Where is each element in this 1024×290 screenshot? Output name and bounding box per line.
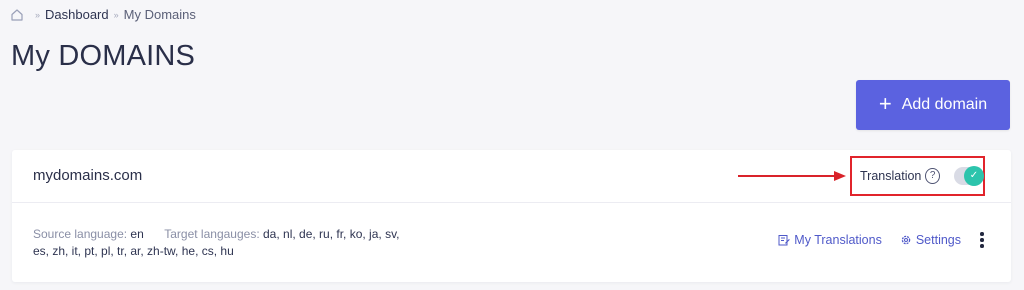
translation-label: Translation: [860, 169, 922, 183]
my-translations-label: My Translations: [794, 232, 882, 247]
annotation-arrow: [738, 171, 846, 181]
target-languages-value-line2: es, zh, it, pt, pl, tr, ar, zh-tw, he, c…: [33, 244, 234, 258]
check-icon: ✓: [964, 166, 984, 186]
domain-card: mydomains.com Translation ? ✓ Source lan…: [12, 150, 1011, 282]
target-languages-value-line1: da, nl, de, ru, fr, ko, ja, sv,: [263, 227, 400, 241]
domain-card-body: Source language: en Target langauges: da…: [12, 203, 1011, 282]
target-languages-label: Target langauges:: [164, 227, 260, 241]
my-translations-link[interactable]: My Translations: [778, 233, 882, 247]
question-icon[interactable]: ?: [925, 168, 941, 184]
breadcrumb-current: My Domains: [123, 7, 196, 22]
settings-label: Settings: [915, 232, 961, 247]
source-language-label: Source language:: [33, 227, 128, 241]
breadcrumb-dashboard[interactable]: Dashboard: [45, 7, 109, 22]
plus-icon: +: [878, 91, 892, 116]
source-language-value: en: [130, 227, 144, 241]
translation-toggle[interactable]: ✓: [954, 166, 984, 186]
breadcrumb-separator: »: [113, 9, 119, 20]
breadcrumb-separator: »: [35, 9, 41, 20]
home-icon[interactable]: [10, 8, 24, 22]
edit-document-icon: [778, 234, 791, 246]
translation-highlight-box: Translation ? ✓: [850, 156, 985, 196]
settings-link[interactable]: Settings: [900, 233, 961, 247]
kebab-menu-icon[interactable]: [979, 232, 985, 248]
domain-actions: My Translations Settings: [778, 232, 985, 248]
page-title: My DOMAINS: [11, 40, 196, 72]
language-info: Source language: en Target langauges: da…: [33, 226, 433, 260]
add-domain-label: Add domain: [901, 96, 988, 113]
domain-name: mydomains.com: [33, 167, 143, 184]
gear-icon: [901, 235, 911, 244]
domain-card-header: mydomains.com Translation ? ✓: [12, 150, 1011, 203]
breadcrumb: » Dashboard » My Domains: [10, 7, 196, 22]
add-domain-button[interactable]: + Add domain: [856, 80, 1010, 130]
